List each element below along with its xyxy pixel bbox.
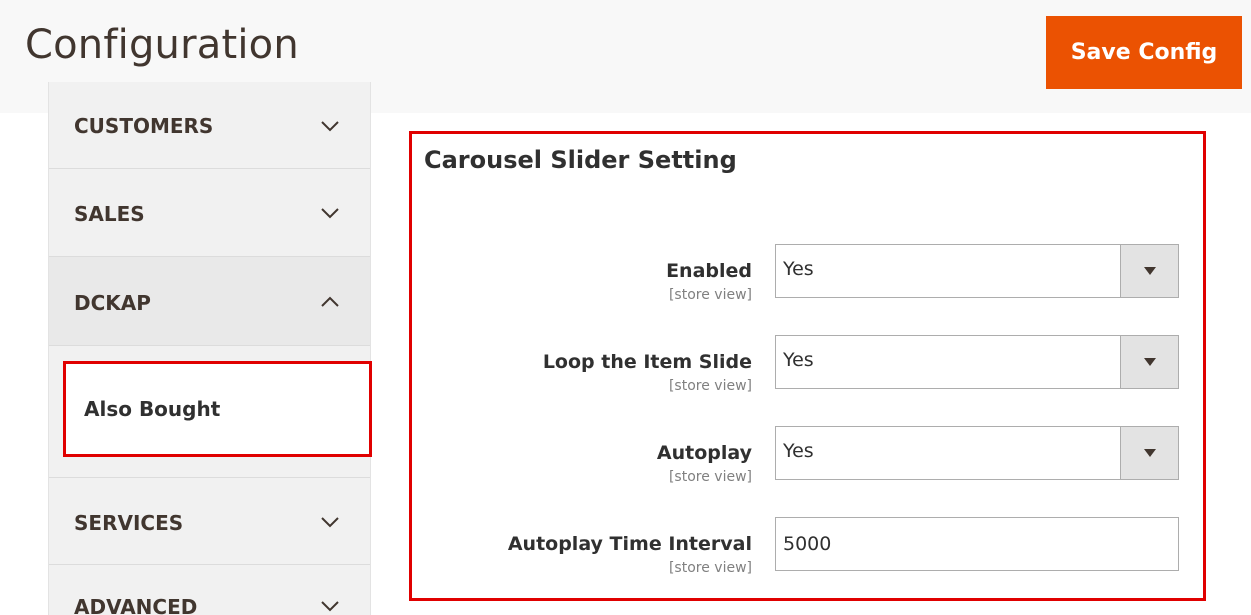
chevron-up-icon <box>319 291 341 313</box>
carousel-slider-section: Carousel Slider Setting Enabled [store v… <box>409 131 1206 601</box>
tab-label: SERVICES <box>74 511 184 535</box>
tab-label: CUSTOMERS <box>74 114 214 138</box>
scope-label: [store view] <box>668 378 752 394</box>
tab-sales[interactable]: SALES <box>49 169 370 257</box>
page-title: Configuration <box>25 22 299 68</box>
dropdown-arrow-icon[interactable] <box>1120 245 1178 297</box>
field-row-autoplay-interval: Autoplay Time Interval [store view] <box>412 517 1202 587</box>
tab-label: SALES <box>74 202 145 226</box>
field-label: Autoplay <box>656 442 752 464</box>
select-value: Yes <box>783 349 814 371</box>
field-label: Loop the Item Slide <box>542 351 752 373</box>
config-sidebar: CUSTOMERS SALES DCKAP Also Bought SERVIC… <box>48 82 372 615</box>
field-row-autoplay: Autoplay [store view] Yes <box>412 426 1202 496</box>
dropdown-arrow-icon[interactable] <box>1120 427 1178 479</box>
sidebar-item-also-bought[interactable]: Also Bought <box>63 361 372 457</box>
loop-select[interactable]: Yes <box>775 335 1179 389</box>
save-config-button[interactable]: Save Config <box>1046 16 1242 89</box>
field-row-loop: Loop the Item Slide [store view] Yes <box>412 335 1202 405</box>
chevron-down-icon <box>319 511 341 533</box>
tab-services[interactable]: SERVICES <box>49 477 370 565</box>
field-label: Enabled <box>666 260 752 282</box>
scope-label: [store view] <box>668 287 752 303</box>
section-title: Carousel Slider Setting <box>424 146 737 174</box>
select-value: Yes <box>783 440 814 462</box>
field-label: Autoplay Time Interval <box>507 533 752 555</box>
chevron-down-icon <box>319 202 341 224</box>
dropdown-arrow-icon[interactable] <box>1120 336 1178 388</box>
tab-dckap[interactable]: DCKAP <box>49 257 370 346</box>
sidebar-item-label: Also Bought <box>84 397 221 421</box>
scope-label: [store view] <box>668 469 752 485</box>
tab-advanced[interactable]: ADVANCED <box>49 565 370 615</box>
scope-label: [store view] <box>668 560 752 576</box>
autoplay-interval-input[interactable] <box>775 517 1179 571</box>
tab-label: DCKAP <box>74 291 151 315</box>
configuration-page: Configuration Save Config CUSTOMERS SALE… <box>0 0 1251 615</box>
tab-customers[interactable]: CUSTOMERS <box>49 82 370 169</box>
autoplay-select[interactable]: Yes <box>775 426 1179 480</box>
field-row-enabled: Enabled [store view] Yes <box>412 244 1202 314</box>
enabled-select[interactable]: Yes <box>775 244 1179 298</box>
chevron-down-icon <box>319 595 341 615</box>
select-value: Yes <box>783 258 814 280</box>
chevron-down-icon <box>319 115 341 137</box>
tab-label: ADVANCED <box>74 595 198 615</box>
